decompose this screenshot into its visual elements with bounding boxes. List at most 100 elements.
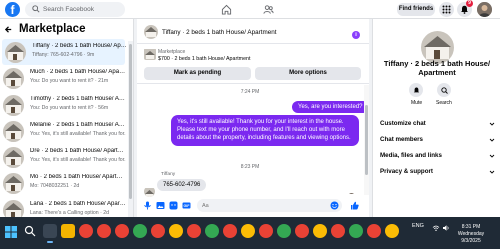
sticker-icon[interactable] [169, 201, 178, 210]
customize-chat-section[interactable]: Customize chat [380, 120, 495, 127]
conversation-item[interactable]: Much · 2 beds 1 bath House/ Apartment Yo… [0, 65, 127, 91]
chrome-icon[interactable] [259, 224, 273, 238]
section-label: Customize chat [380, 120, 426, 127]
listing-card-thumbnail[interactable] [144, 48, 156, 60]
chevron-down-icon [489, 122, 495, 126]
taskbar-app-icon[interactable] [43, 224, 57, 238]
details-title: Tiffany · 2 beds 1 bath House/ Apartment [383, 59, 491, 77]
speaker-icon[interactable] [442, 224, 450, 232]
sidebar-header: Marketplace [0, 19, 133, 41]
conversation-name: Much · 2 beds 1 bath House/ Apartment [30, 69, 126, 76]
search-input[interactable] [43, 3, 121, 16]
emoji-icon[interactable] [330, 201, 339, 210]
page-title: Marketplace [19, 23, 86, 35]
chrome-icon[interactable] [277, 224, 291, 238]
clock-day: Wednesday [457, 231, 485, 237]
chat-listing-thumbnail[interactable] [144, 25, 158, 39]
like-icon[interactable] [350, 201, 359, 210]
chat-members-section[interactable]: Chat members [380, 136, 495, 143]
chrome-icon[interactable] [79, 224, 93, 238]
chrome-icon[interactable] [205, 224, 219, 238]
friends-icon[interactable] [263, 4, 274, 15]
conversation-item[interactable]: Mo · 2 beds 1 bath House/ Apartment Mo: … [0, 170, 127, 196]
mute-label: Mute [411, 100, 423, 106]
conversation-snippet: Lana: There's a Calling option · 2d [30, 209, 110, 216]
listing-thumbnail [3, 147, 24, 169]
chat-header: Tiffany · 2 beds 1 bath House/ Apartment… [137, 19, 369, 44]
conversation-item[interactable]: Timothy · 2 beds 1 bath House/ Apartment… [0, 92, 127, 118]
language-indicator[interactable]: ENG [412, 223, 424, 229]
chat-scrollbar[interactable] [364, 85, 369, 195]
windows-start-icon[interactable] [5, 226, 17, 238]
menu-button[interactable] [439, 2, 454, 17]
info-icon[interactable]: i [352, 31, 360, 39]
conversation-name: Mo · 2 beds 1 bath House/ Apartment [30, 174, 126, 181]
chevron-down-icon [489, 170, 495, 174]
mute-button[interactable] [409, 83, 423, 97]
message-input[interactable] [202, 200, 322, 211]
listing-thumbnail [3, 120, 24, 142]
timestamp: 7:24 PM [240, 89, 260, 95]
profile-avatar[interactable] [477, 2, 492, 17]
listing-thumbnail [5, 42, 26, 63]
photo-icon[interactable] [156, 201, 165, 210]
search-conversation-button[interactable] [437, 83, 451, 97]
marketplace-sidebar: Marketplace Tiffany · 2 beds 1 bath Hous… [0, 19, 134, 217]
conversation-item[interactable]: Tiffany · 2 beds 1 bath House/ Apartment… [2, 39, 128, 66]
microphone-icon[interactable] [143, 201, 152, 210]
privacy-support-section[interactable]: Privacy & support [380, 168, 495, 175]
taskbar-search-icon[interactable] [24, 225, 36, 237]
chat-panel: Tiffany · 2 beds 1 bath House/ Apartment… [137, 19, 369, 217]
chat-title[interactable]: Tiffany · 2 beds 1 bath House/ Apartment [162, 29, 276, 36]
find-friends-button[interactable]: Find friends [397, 3, 435, 16]
chrome-icon[interactable] [97, 224, 111, 238]
wifi-icon[interactable] [432, 224, 440, 232]
chrome-icon[interactable] [241, 224, 255, 238]
conversation-item[interactable]: Melanie · 2 beds 1 bath House/ Apartment… [0, 118, 127, 144]
chrome-icon[interactable] [385, 224, 399, 238]
conversation-snippet: You: Yes, it's still available! Thank yo… [30, 157, 126, 164]
gif-icon[interactable]: GIF [182, 201, 191, 210]
conversation-snippet: You: Do you want to rent it? · 56m [30, 104, 109, 111]
listing-price-title[interactable]: $700 · 2 beds 1 bath House/ Apartment [158, 56, 250, 62]
chrome-icon[interactable] [133, 224, 147, 238]
search-icon [440, 86, 448, 94]
conversation-name: Dre · 2 beds 1 bath House/ Apartment [30, 148, 126, 155]
more-options-button[interactable]: More options [255, 67, 361, 80]
mark-as-pending-button[interactable]: Mark as pending [144, 67, 251, 80]
chrome-icon[interactable] [151, 224, 165, 238]
conversation-name: Melanie · 2 beds 1 bath House/ Apartment [30, 121, 126, 128]
media-files-links-section[interactable]: Media, files and links [380, 152, 495, 159]
message-input-box[interactable] [197, 199, 342, 212]
back-arrow-icon[interactable] [4, 25, 13, 34]
listing-thumbnail [3, 199, 24, 217]
sender-name: Tiffany [161, 172, 176, 177]
outgoing-message: Yes, it's still available! Thank you for… [171, 115, 359, 146]
chat-scroll-thumb[interactable] [365, 105, 368, 175]
conversation-item[interactable]: Dre · 2 beds 1 bath House/ Apartment You… [0, 144, 127, 170]
chrome-icon[interactable] [331, 224, 345, 238]
file-explorer-icon[interactable] [61, 224, 75, 238]
chrome-icon[interactable] [313, 224, 327, 238]
taskbar-clock[interactable]: 8:31 PM Wednesday 9/3/2025 [452, 224, 490, 245]
chevron-down-icon [489, 154, 495, 158]
chrome-icon[interactable] [349, 224, 363, 238]
search-label: Search [436, 100, 452, 106]
timestamp: 8:23 PM [240, 164, 260, 170]
chrome-icon[interactable] [115, 224, 129, 238]
sidebar-scroll-thumb[interactable] [129, 44, 132, 199]
notification-badge: 9 [466, 0, 473, 7]
chrome-icon[interactable] [367, 224, 381, 238]
section-label: Privacy & support [380, 168, 433, 175]
conversation-snippet: Mo: 7048032251 · 2d [30, 183, 80, 190]
facebook-logo[interactable]: f [5, 2, 20, 17]
seen-avatar [348, 187, 355, 194]
message-thread: 7:24 PM Yes, are you interested? Yes, it… [137, 85, 369, 197]
chrome-icon[interactable] [169, 224, 183, 238]
chrome-icon[interactable] [295, 224, 309, 238]
home-icon[interactable] [221, 4, 232, 15]
search-box[interactable] [25, 2, 125, 17]
conversation-item[interactable]: Lana · 2 beds 1 bath House/ Apartment La… [0, 197, 127, 217]
chrome-icon[interactable] [187, 224, 201, 238]
chrome-icon[interactable] [223, 224, 237, 238]
